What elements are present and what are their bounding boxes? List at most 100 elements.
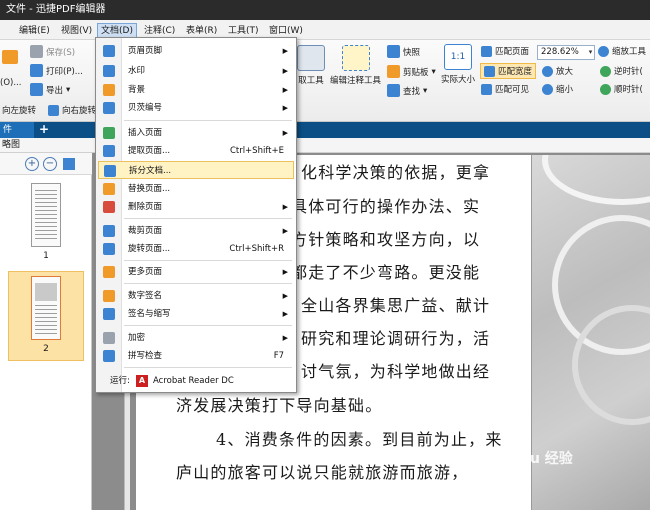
print-button[interactable]: 打印(P)... xyxy=(30,64,83,77)
text-line: 具体可行的操作办法、实 xyxy=(291,197,481,216)
menu-item-crop-pages[interactable]: 裁剪页面 ▶ xyxy=(98,222,294,240)
menu-item-digital-signature[interactable]: 数字签名 ▶ xyxy=(98,287,294,305)
fit-page-icon xyxy=(481,45,492,57)
annotation-select-icon xyxy=(341,45,370,71)
menu-separator xyxy=(124,218,292,219)
page-options-icon[interactable] xyxy=(63,158,75,170)
insert-page-icon xyxy=(103,127,115,139)
chevron-down-icon[interactable]: ▾ xyxy=(586,45,595,60)
menu-item-delete-pages[interactable]: 删除页面 ▶ xyxy=(98,198,294,216)
edit-annotation-tool-button[interactable]: 编辑注释工具 xyxy=(330,45,381,86)
crop-icon xyxy=(103,225,115,237)
actual-size-icon: 1:1 xyxy=(444,44,472,70)
snapshot-button[interactable]: 快照 xyxy=(387,45,420,58)
cursor-icon xyxy=(297,45,325,71)
menu-view[interactable]: 视图(V) xyxy=(58,23,95,39)
signature-icon xyxy=(103,308,115,320)
submenu-arrow-icon: ▶ xyxy=(282,268,288,276)
acrobat-icon: A xyxy=(136,375,148,387)
more-pages-icon xyxy=(103,266,115,278)
clipboard-icon xyxy=(387,65,400,78)
camera-icon xyxy=(387,45,400,58)
export-icon xyxy=(30,83,43,96)
window-title: 文件 - 迅捷PDF编辑器 xyxy=(0,0,650,20)
zoom-in-icon[interactable]: + xyxy=(25,157,39,171)
add-tab-button[interactable]: + xyxy=(37,122,51,138)
rotate-left-button[interactable]: 向左旋转 xyxy=(2,104,36,116)
menu-item-run-external[interactable]: 运行: A Acrobat Reader DC xyxy=(98,372,294,390)
printer-icon xyxy=(30,64,43,77)
menu-item-insert-pages[interactable]: 插入页面 ▶ xyxy=(98,124,294,142)
folder-icon xyxy=(2,50,18,64)
watermark-icon xyxy=(103,65,115,77)
export-button[interactable]: 导出 ▾ xyxy=(30,83,70,96)
menu-item-bates-numbering[interactable]: 贝茨编号 ▶ xyxy=(98,99,294,117)
text-line: 全山各界集思广益、献计 xyxy=(301,296,491,315)
fit-width-button[interactable]: 匹配宽度 xyxy=(480,63,537,79)
fit-page-button[interactable]: 匹配页面 xyxy=(481,45,529,57)
find-button[interactable]: 查找 ▾ xyxy=(387,84,427,97)
rotate-cw-button[interactable]: 顺时针( xyxy=(600,83,643,95)
rotate-right-button[interactable]: 向右旋转 xyxy=(48,104,96,116)
fit-visible-button[interactable]: 匹配可见 xyxy=(481,83,529,95)
menu-edit[interactable]: 编辑(E) xyxy=(16,23,53,39)
menu-item-watermark[interactable]: 水印 ▶ xyxy=(98,62,294,80)
save-icon xyxy=(30,45,43,58)
background-icon xyxy=(103,84,115,96)
watermark: Baidu 经验 xyxy=(495,451,573,467)
delete-page-icon xyxy=(103,201,115,213)
page-number: 2 xyxy=(43,344,49,354)
menu-item-encrypt[interactable]: 加密 ▶ xyxy=(98,329,294,347)
page-thumbnail-image xyxy=(31,276,61,340)
split-document-icon xyxy=(104,165,116,177)
thumbnail-page-1[interactable]: 1 xyxy=(8,179,84,269)
spellcheck-icon xyxy=(103,350,115,362)
text-line: 4、消费条件的因素。到目前为止，来 xyxy=(216,430,503,449)
text-line: 化科学决策的依据，更拿 xyxy=(301,163,491,182)
menu-item-sign-initials[interactable]: 签名与缩写 ▶ xyxy=(98,305,294,323)
thumbnail-toolbar: + − xyxy=(0,153,92,175)
rotate-page-icon xyxy=(103,243,115,255)
menu-item-more-pages[interactable]: 更多页面 ▶ xyxy=(98,263,294,281)
zoom-out-icon xyxy=(542,83,553,95)
menu-item-spell-check[interactable]: 拼写检查 F7 xyxy=(98,347,294,365)
header-footer-icon xyxy=(103,45,115,57)
thumbnail-sidebar: 1 2 xyxy=(0,175,92,510)
submenu-arrow-icon: ▶ xyxy=(282,67,288,75)
actual-size-button[interactable]: 1:1 实际大小 xyxy=(441,44,475,85)
zoom-out-icon[interactable]: − xyxy=(43,157,57,171)
menu-item-extract-pages[interactable]: 提取页面... Ctrl+Shift+E xyxy=(98,142,294,160)
submenu-arrow-icon: ▶ xyxy=(282,104,288,112)
lock-icon xyxy=(103,332,115,344)
menu-item-replace-pages[interactable]: 替换页面... xyxy=(98,180,294,198)
document-tab[interactable]: 件 xyxy=(0,122,34,138)
text-line: 方针策略和攻坚方向，以 xyxy=(291,230,481,249)
submenu-arrow-icon: ▶ xyxy=(282,47,288,55)
zoom-in-button[interactable]: 放大 xyxy=(542,65,573,77)
rotate-ccw-icon xyxy=(600,65,611,77)
rotate-ccw-button[interactable]: 逆时针( xyxy=(600,65,643,77)
menu-item-split-document[interactable]: 拆分文档... xyxy=(98,161,294,179)
thumbnail-page-2[interactable]: 2 xyxy=(8,271,84,361)
text-line: 研究和理论调研行为，活 xyxy=(301,329,491,348)
rotate-cw-icon xyxy=(600,83,611,95)
text-line: 讨气氛，为科学地做出经 xyxy=(301,362,491,381)
select-tool-button[interactable]: 取工具 xyxy=(297,45,325,86)
menu-item-header-footer[interactable]: 页眉页脚 ▶ xyxy=(98,42,294,60)
menu-item-background[interactable]: 背景 ▶ xyxy=(98,81,294,99)
text-line: 都走了不少弯路。更没能 xyxy=(291,263,481,282)
chevron-down-icon: ▾ xyxy=(431,66,436,77)
menu-separator xyxy=(124,325,292,326)
submenu-arrow-icon: ▶ xyxy=(282,86,288,94)
open-label[interactable]: (O)... xyxy=(0,78,21,88)
clipboard-button[interactable]: 剪贴板 ▾ xyxy=(387,65,436,78)
zoom-out-button[interactable]: 缩小 xyxy=(542,83,573,95)
menu-item-rotate-pages[interactable]: 旋转页面... Ctrl+Shift+R xyxy=(98,240,294,258)
open-button[interactable] xyxy=(2,50,18,64)
page-number: 1 xyxy=(43,251,49,261)
replace-page-icon xyxy=(103,183,115,195)
submenu-arrow-icon: ▶ xyxy=(282,203,288,211)
extract-page-icon xyxy=(103,145,115,157)
save-button[interactable]: 保存(S) xyxy=(30,45,75,58)
zoom-tool-button[interactable]: 缩放工具 xyxy=(598,45,646,57)
